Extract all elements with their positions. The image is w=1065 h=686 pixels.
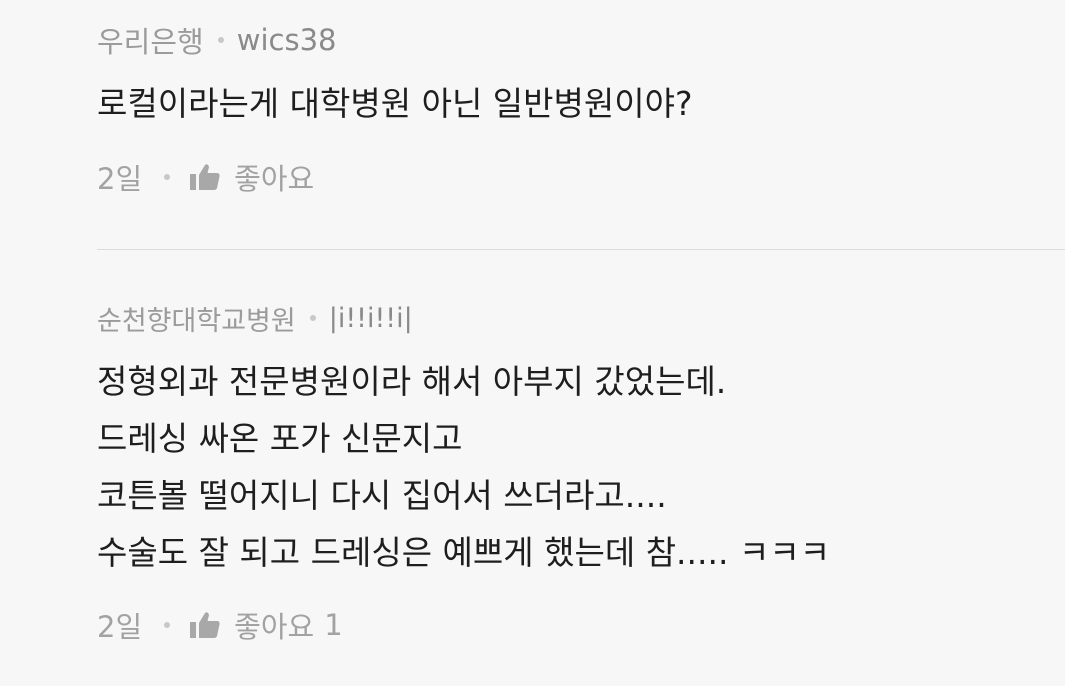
thumbs-up-icon: [190, 612, 220, 638]
comment-age: 2일: [97, 162, 143, 196]
comment-meta: 순천향대학교병원 |i!!i!!i|: [97, 298, 413, 338]
dot-separator: [309, 315, 316, 321]
comment-divider: [97, 249, 1065, 250]
like-button[interactable]: 좋아요 1: [190, 604, 343, 646]
comment-body: 로컬이라는게 대학병원 아닌 일반병원이야?: [97, 84, 693, 123]
comment-age: 2일: [97, 610, 143, 644]
affiliation-label: 우리은행: [97, 25, 204, 59]
dot-separator: [217, 37, 224, 43]
like-count: 1: [324, 608, 343, 642]
thumbs-up-icon: [190, 164, 220, 190]
affiliation-label: 순천향대학교병원: [97, 305, 296, 337]
author-name[interactable]: wics38: [237, 23, 337, 57]
dot-separator: [164, 174, 171, 180]
comment-body: 정형외과 전문병원이라 해서 아부지 갔었는데. 드레싱 싸온 포가 신문지고 …: [97, 362, 831, 572]
comment-footer: 2일 좋아요 1: [97, 605, 343, 645]
like-label: 좋아요: [234, 610, 315, 644]
author-name[interactable]: |i!!i!!i|: [329, 303, 413, 334]
like-label: 좋아요: [234, 162, 315, 196]
comment-footer: 2일 좋아요: [97, 157, 324, 197]
dot-separator: [164, 622, 171, 628]
comment-meta: 우리은행 wics38: [97, 20, 336, 60]
like-button[interactable]: 좋아요: [190, 156, 324, 198]
